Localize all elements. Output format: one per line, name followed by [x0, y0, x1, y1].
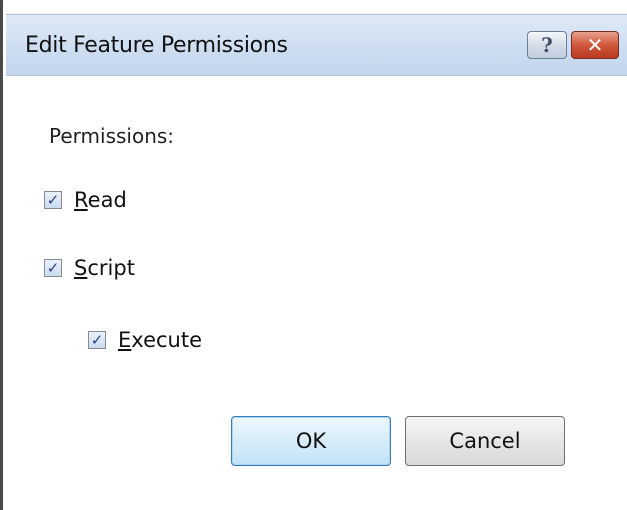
execute-checkbox[interactable]: ✓ [88, 331, 106, 349]
dialog-title: Edit Feature Permissions [25, 33, 288, 58]
checkmark-icon: ✓ [90, 330, 104, 349]
edit-feature-permissions-dialog: Edit Feature Permissions ? ✕ Permissions… [0, 0, 627, 510]
script-checkbox-row[interactable]: ✓ Script [44, 256, 135, 280]
execute-checkbox-row[interactable]: ✓ Execute [88, 328, 202, 352]
ok-button[interactable]: OK [231, 416, 391, 466]
permissions-label: Permissions: [49, 124, 175, 148]
read-checkbox[interactable]: ✓ [44, 191, 62, 209]
close-button[interactable]: ✕ [571, 31, 619, 59]
read-checkbox-row[interactable]: ✓ Read [44, 188, 127, 212]
checkmark-icon: ✓ [46, 190, 60, 209]
read-label[interactable]: Read [74, 188, 127, 212]
title-bar[interactable]: Edit Feature Permissions ? ✕ [6, 14, 627, 76]
script-checkbox[interactable]: ✓ [44, 259, 62, 277]
checkmark-icon: ✓ [46, 258, 60, 277]
help-icon: ? [541, 33, 553, 57]
close-icon: ✕ [586, 33, 604, 57]
cancel-button[interactable]: Cancel [405, 416, 565, 466]
dialog-content: Permissions: ✓ Read ✓ Script ✓ Execute O… [6, 76, 627, 510]
help-button[interactable]: ? [527, 31, 567, 59]
execute-label[interactable]: Execute [118, 328, 202, 352]
script-label[interactable]: Script [74, 256, 135, 280]
